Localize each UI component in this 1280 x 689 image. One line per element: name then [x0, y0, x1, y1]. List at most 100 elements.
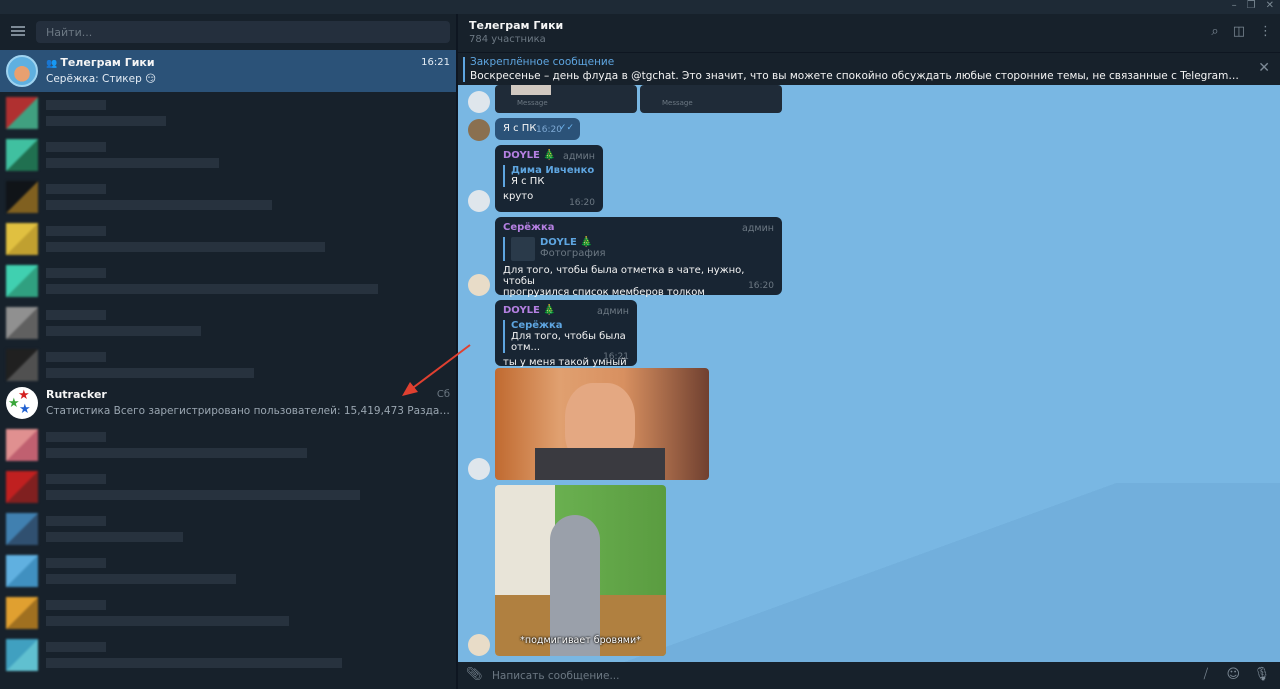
message-input[interactable] [492, 667, 1092, 685]
avatar-pixelated [6, 265, 38, 297]
censored-text [46, 226, 106, 236]
message-bubble[interactable]: DOYLE 🎄 админ Дима Ивченко Я с ПК круто 1… [495, 145, 603, 212]
censored-text [46, 368, 254, 378]
reply-quote[interactable]: DOYLE 🎄 Фотография [503, 237, 774, 261]
screenshot-image[interactable]: Message [495, 85, 637, 113]
pinned-message-bar[interactable]: Закреплённое сообщение Воскресенье – ден… [458, 52, 1280, 85]
censored-text [46, 658, 342, 668]
emoji-icon[interactable]: ☺ [1226, 667, 1240, 682]
search-input[interactable] [36, 21, 450, 43]
title-bar: – ❐ ✕ [0, 0, 1280, 14]
gif-bugs-bunny[interactable]: *подмигивает бровями* [495, 485, 666, 656]
censored-text [46, 616, 289, 626]
chat-item-censored[interactable] [0, 176, 456, 218]
sender-avatar [468, 458, 490, 480]
message-text: Я с ПК [503, 123, 537, 134]
censored-text [46, 516, 106, 526]
chat-item-censored[interactable] [0, 466, 456, 508]
avatar-pixelated [6, 307, 38, 339]
message-composer: 📎︎ ⧸ ☺ 🎙︎ [458, 662, 1280, 689]
chat-preview: Статистика Всего зарегистрировано пользо… [46, 405, 450, 417]
close-window-button[interactable]: ✕ [1266, 0, 1274, 11]
chat-item-censored[interactable] [0, 218, 456, 260]
message-time: 16:20 [569, 198, 595, 208]
censored-text [46, 100, 106, 110]
censored-text [46, 158, 219, 168]
chat-item-censored[interactable] [0, 592, 456, 634]
chat-header[interactable]: Телеграм Гики 784 участника ⌕ ◫ ⋮ [458, 14, 1280, 52]
chat-item-censored[interactable] [0, 134, 456, 176]
gif-joey-shocked[interactable] [495, 368, 709, 480]
reply-text: Фотография [540, 248, 606, 259]
pinned-text: Воскресенье – день флуда в @tgchat. Это … [470, 70, 1240, 82]
close-pinned-icon[interactable]: ✕ [1258, 60, 1270, 76]
avatar-pixelated [6, 349, 38, 381]
read-checkmarks-icon: ✓✓ [558, 123, 574, 133]
message-time: 16:21 [603, 352, 629, 362]
chat-item-censored[interactable] [0, 634, 456, 676]
censored-text [46, 310, 106, 320]
hamburger-menu-icon[interactable] [11, 26, 25, 36]
message-bubble[interactable]: Я с ПК 16:20 ✓✓ [495, 118, 580, 140]
pinned-accent [463, 57, 465, 82]
reply-quote[interactable]: Дима Ивченко Я с ПК [503, 165, 595, 187]
chat-area: Телеграм Гики 784 участника ⌕ ◫ ⋮ Закреп… [458, 14, 1280, 689]
chat-item-censored[interactable] [0, 424, 456, 466]
sender-avatar [468, 190, 490, 212]
censored-text [46, 268, 106, 278]
censored-text [46, 284, 378, 294]
reply-text: Для того, чтобы была отм... [511, 331, 626, 353]
censored-text [46, 642, 106, 652]
sidebar-toggle-icon[interactable]: ◫ [1233, 24, 1245, 39]
minimize-button[interactable]: – [1232, 0, 1237, 11]
avatar-pixelated [6, 181, 38, 213]
sender-avatar [468, 634, 490, 656]
screenshot-image[interactable]: Message [640, 85, 782, 113]
chat-item-censored[interactable] [0, 344, 456, 386]
censored-text [46, 558, 106, 568]
message-bubble[interactable]: Серёжка админ DOYLE 🎄 Фотография Для того… [495, 217, 782, 298]
censored-text [46, 574, 236, 584]
maximize-button[interactable]: ❐ [1247, 0, 1256, 11]
censored-text [46, 448, 307, 458]
bot-commands-icon[interactable]: ⧸ [1204, 667, 1208, 682]
avatar-pixelated [6, 597, 38, 629]
reply-name: DOYLE 🎄 [540, 237, 593, 248]
member-count: 784 участника [469, 34, 546, 45]
avatar [6, 55, 38, 87]
censored-text [46, 116, 166, 126]
message-bubble[interactable]: DOYLE 🎄 админ Серёжка Для того, чтобы был… [495, 300, 637, 368]
attach-icon[interactable]: 📎︎ [466, 667, 483, 682]
censored-text [46, 242, 325, 252]
chat-title: Телеграм Гики [469, 19, 564, 32]
censored-text [46, 326, 201, 336]
reply-quote[interactable]: Серёжка Для того, чтобы была отм... [503, 320, 629, 353]
chat-item-telegram-geeks[interactable]: 👥 Телеграм Гики 16:21 Серёжка: Стикер 😏 [0, 50, 456, 92]
message-text-line: Для того, чтобы была отметка в чате, нуж… [503, 265, 745, 287]
admin-badge: админ [597, 306, 629, 317]
censored-text [46, 474, 106, 484]
chat-item-censored[interactable] [0, 92, 456, 134]
admin-badge: админ [563, 151, 595, 162]
avatar-pixelated [6, 639, 38, 671]
chat-item-censored[interactable] [0, 508, 456, 550]
censored-text [46, 432, 106, 442]
chat-time: 16:21 [421, 57, 450, 68]
chat-item-censored[interactable] [0, 260, 456, 302]
admin-badge: админ [742, 223, 774, 234]
avatar-pixelated [6, 555, 38, 587]
chat-item-censored[interactable] [0, 550, 456, 592]
chat-item-censored[interactable] [0, 302, 456, 344]
censored-text [46, 532, 183, 542]
sender-avatar [468, 119, 490, 141]
sender-avatar [468, 91, 490, 113]
rutracker-logo-icon: ★ ★ ★ [6, 387, 38, 419]
search-icon[interactable]: ⌕ [1211, 24, 1218, 39]
more-options-icon[interactable]: ⋮ [1259, 24, 1272, 39]
avatar-pixelated [6, 471, 38, 503]
pinned-title: Закреплённое сообщение [470, 56, 615, 68]
censored-text [46, 600, 106, 610]
microphone-icon[interactable]: 🎙︎ [1253, 667, 1270, 682]
chat-item-rutracker[interactable]: ★ ★ ★ Rutracker Сб Статистика Всего заре… [0, 382, 456, 424]
mini-input-placeholder: Message [662, 99, 693, 107]
